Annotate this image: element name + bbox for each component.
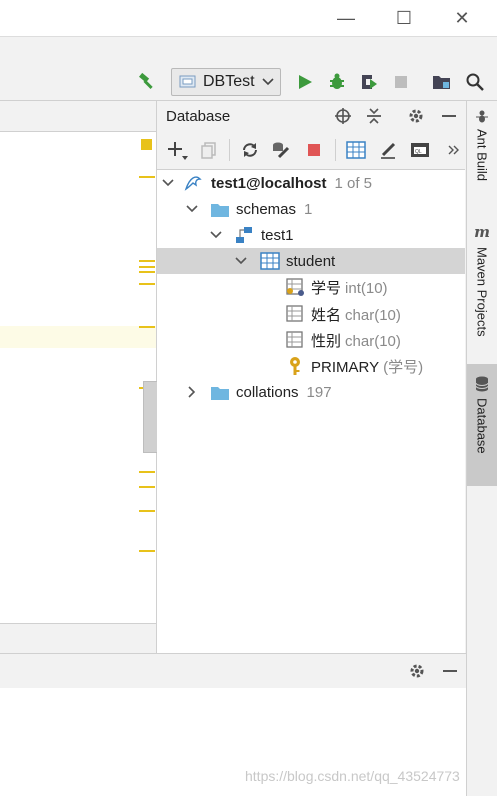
error-stripe-marker[interactable] (139, 260, 155, 262)
debug-icon[interactable] (325, 70, 349, 94)
right-tool-strip: Ant Build m Maven Projects Database (466, 101, 497, 796)
database-tool-window: Database QL test1@localhost 1 of 5 schem… (157, 101, 465, 653)
tab-database[interactable]: Database (467, 364, 497, 486)
connection-label: test1@localhost 1 of 5 (211, 174, 373, 192)
tree-node-connection[interactable]: test1@localhost 1 of 5 (157, 170, 465, 196)
database-icon (475, 376, 489, 392)
tree-node-column[interactable]: 姓名 char(10) (157, 301, 465, 327)
tree-node-table-student[interactable]: student (157, 248, 465, 274)
run-icon[interactable] (293, 70, 317, 94)
tree-node-schemas[interactable]: schemas 1 (157, 196, 465, 222)
maximize-button[interactable]: ☐ (389, 6, 419, 30)
column-label: 学号 int(10) (311, 279, 388, 297)
watermark-text: https://blog.csdn.net/qq_43524773 (245, 768, 460, 784)
chevron-right-icon[interactable] (186, 386, 198, 398)
tree-node-schema-test1[interactable]: test1 (157, 222, 465, 248)
schema-label: test1 (261, 226, 294, 244)
bottom-panel-header (0, 653, 466, 689)
gear-icon[interactable] (405, 105, 427, 127)
ant-icon (476, 110, 488, 123)
collapse-all-icon[interactable] (363, 105, 385, 127)
table-label: student (286, 252, 336, 270)
run-config-label: DBTest (203, 73, 255, 90)
editor-horizontal-scroll (0, 623, 156, 654)
edit-pencil-icon[interactable] (377, 139, 399, 161)
main-toolbar (0, 36, 497, 65)
maven-icon: m (474, 223, 490, 241)
coverage-icon[interactable] (357, 70, 381, 94)
primary-key-column-icon (286, 278, 304, 296)
search-icon[interactable] (463, 70, 487, 94)
error-stripe-marker[interactable] (139, 510, 155, 512)
error-stripe-marker[interactable] (139, 471, 155, 473)
error-stripe-marker[interactable] (139, 283, 155, 285)
table-icon (260, 252, 280, 270)
stop-red-icon[interactable] (303, 139, 325, 161)
add-icon[interactable] (166, 139, 188, 161)
schemas-label: schemas 1 (236, 200, 313, 218)
error-stripe-marker[interactable] (139, 176, 155, 178)
navigation-bar: DBTest (0, 64, 497, 101)
more-chevron-icon[interactable] (443, 139, 465, 161)
current-line-highlight (0, 326, 156, 348)
key-icon (290, 357, 300, 375)
sql-console-icon[interactable]: QL (409, 139, 431, 161)
tab-maven-projects[interactable]: m Maven Projects (467, 223, 497, 353)
run-config-dropdown[interactable]: DBTest (171, 68, 281, 96)
collations-label: collations 197 (236, 383, 332, 401)
title-bar: — ☐ ✕ (0, 0, 497, 36)
tree-node-column[interactable]: 性别 char(10) (157, 327, 465, 353)
svg-text:QL: QL (415, 149, 422, 155)
tree-node-key[interactable]: PRIMARY (学号) (157, 353, 465, 379)
tab-ant-build[interactable]: Ant Build (467, 109, 497, 199)
build-hammer-icon[interactable] (135, 70, 159, 94)
database-header: Database (157, 101, 465, 131)
chevron-down-icon[interactable] (235, 255, 247, 267)
editor-area[interactable] (0, 101, 157, 653)
tree-node-collations[interactable]: collations 197 (157, 379, 465, 405)
chevron-down-icon[interactable] (162, 177, 174, 189)
key-label: PRIMARY (学号) (311, 358, 424, 376)
chevron-down-icon[interactable] (210, 229, 222, 241)
project-structure-icon[interactable] (430, 70, 454, 94)
error-stripe-marker[interactable] (139, 486, 155, 488)
schema-icon (236, 227, 252, 243)
folder-icon (211, 387, 229, 400)
column-icon (286, 305, 303, 322)
column-icon (286, 331, 303, 348)
close-button[interactable]: ✕ (447, 6, 477, 30)
editor-tab-bar (0, 101, 156, 132)
error-stripe-marker[interactable] (139, 271, 155, 273)
tree-node-column[interactable]: 学号 int(10) (157, 274, 465, 300)
duplicate-icon[interactable] (198, 139, 220, 161)
chevron-down-icon (262, 78, 274, 86)
table-view-icon[interactable] (345, 139, 367, 161)
gear-icon[interactable] (406, 660, 428, 682)
crosshair-icon[interactable] (332, 105, 354, 127)
chevron-down-icon[interactable] (186, 203, 198, 215)
database-title: Database (166, 108, 231, 125)
stop-icon[interactable] (389, 70, 413, 94)
database-toolbar: QL (157, 131, 465, 170)
minimize-button[interactable]: — (331, 6, 361, 30)
column-label: 性别 char(10) (311, 332, 401, 350)
properties-wrench-icon[interactable] (270, 139, 292, 161)
error-stripe-marker[interactable] (139, 550, 155, 552)
refresh-icon[interactable] (239, 139, 261, 161)
error-stripe-marker[interactable] (139, 326, 155, 328)
editor-scrollbar-thumb[interactable] (143, 381, 158, 453)
column-label: 姓名 char(10) (311, 306, 401, 324)
folder-icon (211, 204, 229, 217)
warning-stripe-marker[interactable] (141, 139, 152, 150)
mysql-dolphin-icon (184, 176, 202, 191)
config-icon (179, 75, 196, 88)
hide-panel-icon[interactable] (439, 660, 461, 682)
error-stripe-marker[interactable] (139, 266, 155, 268)
hide-panel-icon[interactable] (438, 105, 460, 127)
